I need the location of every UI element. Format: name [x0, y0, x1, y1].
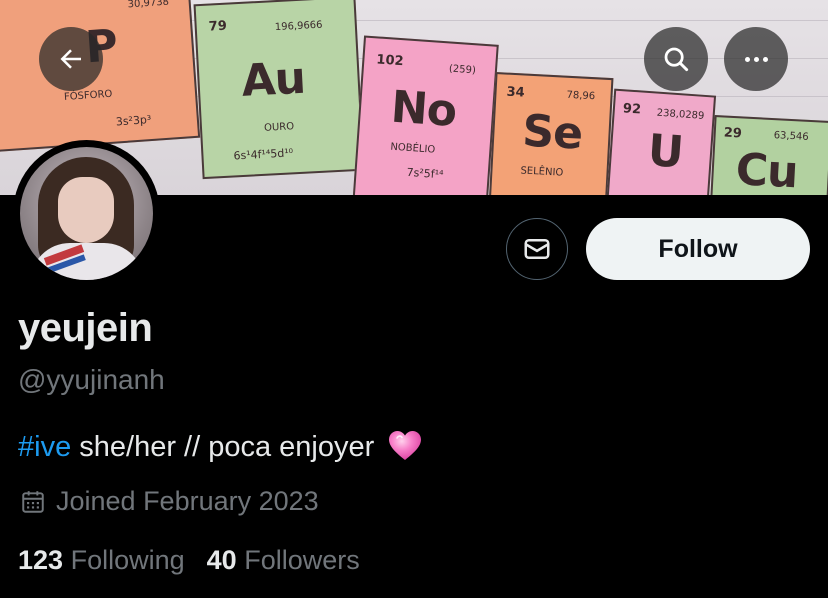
more-horizontal-icon	[744, 56, 768, 62]
avatar[interactable]	[13, 140, 160, 287]
following-label: Following	[70, 545, 185, 575]
back-button[interactable]	[39, 27, 103, 91]
tile-config: 3s²3p³	[115, 113, 152, 129]
tile-config: 6s¹4f¹⁴5d¹⁰	[233, 146, 294, 163]
calendar-icon	[22, 490, 44, 513]
element-tile-copper: 29 63,546 Cu	[709, 114, 828, 195]
element-tile-nobelium: 102 (259) No NOBÉLIO 7s²5f¹⁴	[352, 35, 499, 195]
more-options-button[interactable]	[724, 27, 788, 91]
tile-number: 34	[506, 84, 526, 101]
tile-symbol: Au	[240, 52, 307, 107]
tile-number: 102	[375, 52, 405, 70]
element-tile-phosphorus: 30,9738 P FÓSFORO 3s²3p³	[0, 0, 201, 152]
tile-symbol: Cu	[734, 144, 799, 195]
tile-config: 7s²5f¹⁴	[406, 165, 444, 182]
tile-name: NOBÉLIO	[389, 141, 436, 156]
tile-name: SELÊNIO	[520, 165, 564, 179]
element-tile-uranium: 92 238,0289 U	[605, 88, 717, 195]
display-name: yeujein	[18, 306, 153, 350]
followers-label: Followers	[244, 545, 360, 575]
tile-number: 79	[208, 18, 228, 35]
search-button[interactable]	[644, 27, 708, 91]
followers-link[interactable]: 40 Followers	[207, 545, 360, 575]
bio-hashtag-link[interactable]: #ive	[18, 431, 71, 463]
search-icon	[664, 47, 689, 72]
tile-mass: 196,9666	[274, 19, 323, 34]
tile-name: OURO	[263, 121, 295, 134]
tile-mass: 30,9738	[127, 0, 170, 11]
element-tile-gold: 79 196,9666 Au OURO 6s¹4f¹⁴5d¹⁰	[193, 0, 365, 180]
tile-number: 29	[723, 125, 743, 142]
follow-button[interactable]: Follow	[586, 218, 810, 280]
bio-text: she/her // poca enjoyer	[71, 431, 375, 463]
tile-symbol: Se	[521, 105, 584, 160]
following-count: 123	[18, 545, 64, 575]
following-link[interactable]: 123 Following	[18, 545, 185, 575]
tile-mass: 238,0289	[656, 107, 705, 122]
envelope-icon	[524, 239, 550, 259]
avatar-photo	[20, 147, 153, 280]
joined-text: Joined February 2023	[56, 486, 319, 516]
bio: #ive she/her // poca enjoyer	[18, 430, 422, 464]
pink-heart-icon	[389, 431, 422, 460]
tile-number: 92	[622, 101, 642, 118]
tile-mass: 63,546	[773, 130, 809, 143]
user-handle: @yyujinanh	[18, 364, 165, 395]
tile-symbol: U	[646, 125, 685, 179]
message-button[interactable]	[506, 218, 568, 280]
followers-count: 40	[206, 545, 237, 575]
element-tile-selenium: 34 78,96 Se SELÊNIO	[488, 72, 614, 195]
tile-mass: 78,96	[566, 89, 596, 103]
joined-date: Joined February 2023	[20, 486, 319, 517]
tile-mass: (259)	[448, 63, 477, 77]
tile-symbol: No	[389, 81, 458, 138]
follow-stats: 123 Following 40 Followers	[18, 545, 360, 576]
arrow-left-icon	[60, 49, 81, 69]
